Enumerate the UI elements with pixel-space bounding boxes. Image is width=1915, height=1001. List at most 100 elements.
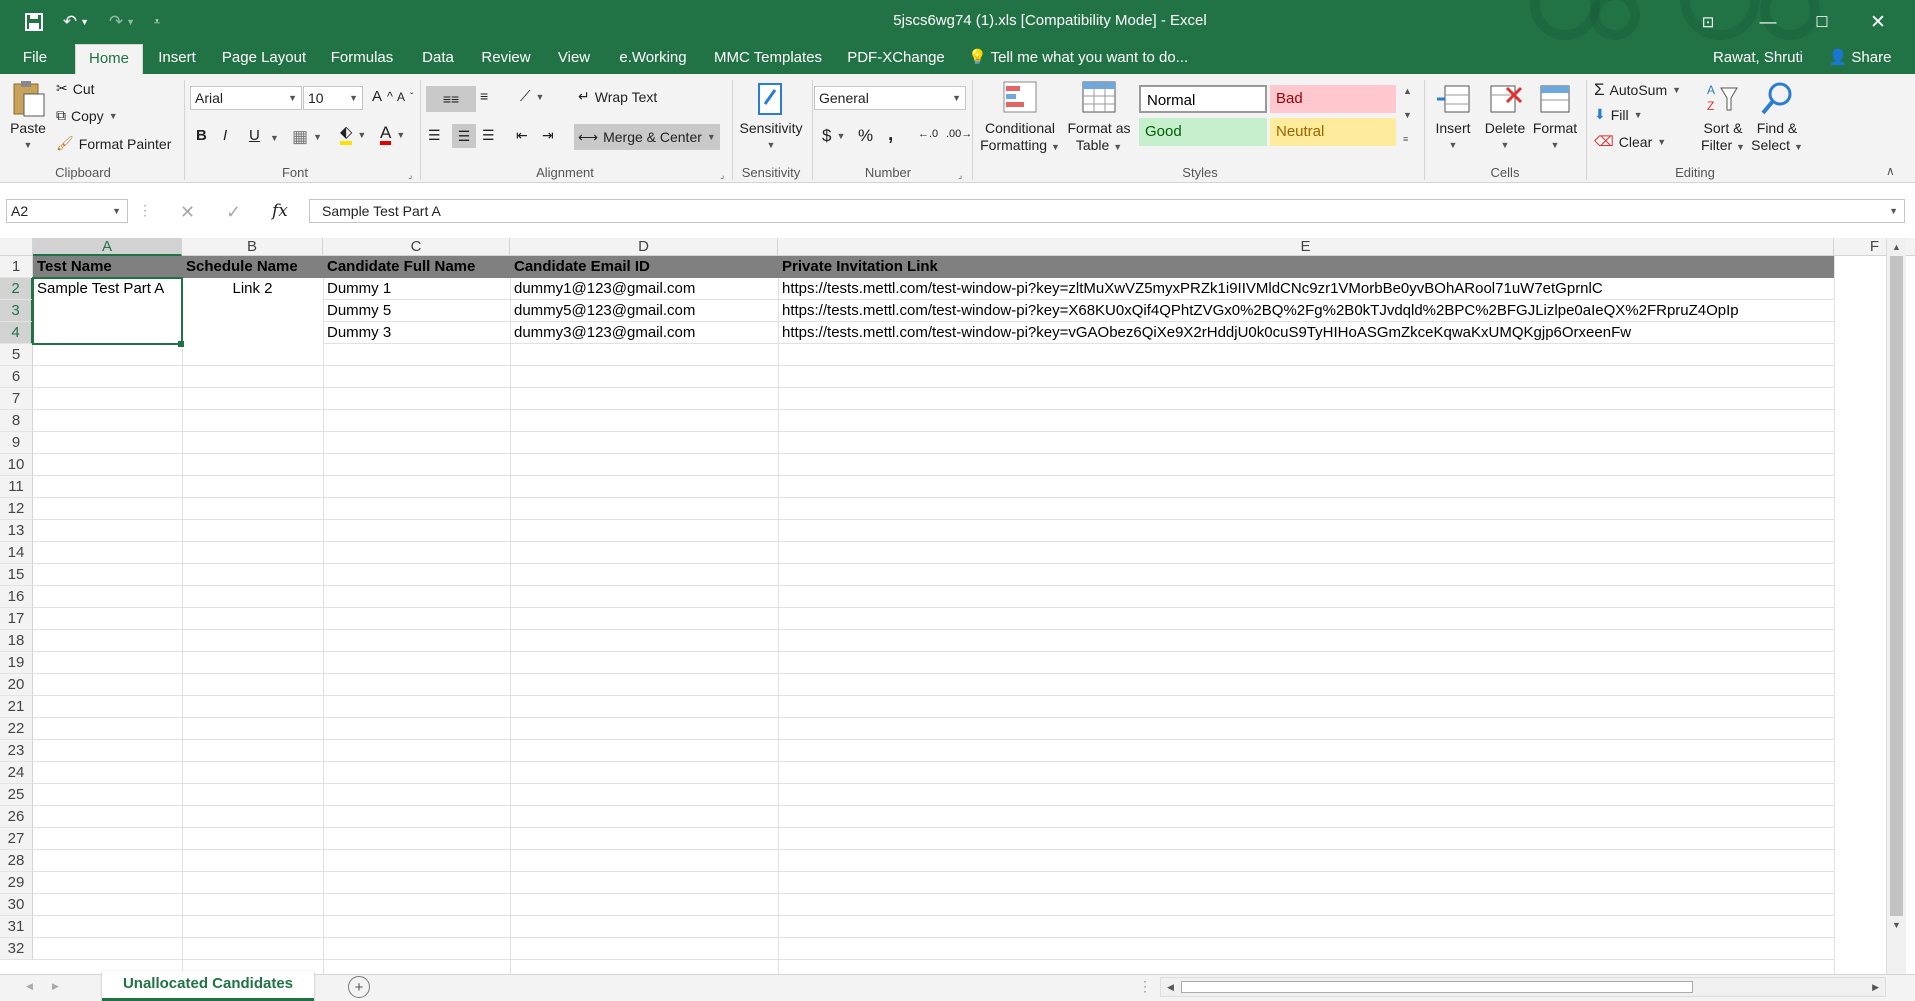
row-header-27[interactable]: 27 <box>0 828 33 850</box>
merge-center-button[interactable]: ⟷ Merge & Center ▼ <box>574 124 720 150</box>
cell-a2-merged[interactable]: Sample Test Part A <box>33 278 182 344</box>
row-header-19[interactable]: 19 <box>0 652 33 674</box>
maximize-icon[interactable]: ☐ <box>1806 6 1838 38</box>
confirm-entry-icon[interactable]: ✓ <box>226 202 241 223</box>
share-button[interactable]: 👤 Share <box>1820 44 1900 74</box>
row-header-15[interactable]: 15 <box>0 564 33 586</box>
header-schedule-name[interactable]: Schedule Name <box>182 256 323 278</box>
insert-cells-button[interactable]: Insert ▼ <box>1428 80 1478 154</box>
horizontal-scrollbar[interactable]: ◀ ▶ <box>1160 977 1886 997</box>
font-color-icon[interactable]: A ▼ <box>380 124 405 145</box>
scroll-down-arrow-icon[interactable]: ▼ <box>1887 920 1906 930</box>
prev-sheet-icon[interactable]: ◀ <box>26 981 33 992</box>
number-dialog-launcher-icon[interactable]: ⌟ <box>958 170 962 181</box>
cell-e4[interactable]: https://tests.mettl.com/test-window-pi?k… <box>778 322 1631 344</box>
row-header-9[interactable]: 9 <box>0 432 33 454</box>
row-header-5[interactable]: 5 <box>0 344 33 366</box>
style-neutral[interactable]: Neutral <box>1270 118 1396 146</box>
underline-dropdown-icon[interactable]: ▼ <box>270 133 279 143</box>
styles-more-icon[interactable]: ≡ <box>1403 134 1408 144</box>
header-invitation-link[interactable]: Private Invitation Link <box>778 256 1834 278</box>
row-header-18[interactable]: 18 <box>0 630 33 652</box>
customize-qat-icon[interactable]: ⩡ <box>148 6 166 38</box>
scroll-left-arrow-icon[interactable]: ◀ <box>1167 982 1174 993</box>
cell-b2-merged[interactable]: Link 2 <box>182 278 323 344</box>
font-size-select[interactable]: 10 ▼ <box>303 86 363 110</box>
cut-button[interactable]: ✂ Cut <box>56 80 95 97</box>
borders-icon[interactable]: ▦ ▼ <box>292 127 322 147</box>
tab-formulas[interactable]: Formulas <box>326 44 398 74</box>
tab-pdf-xchange[interactable]: PDF-XChange <box>843 44 949 74</box>
sheet-tab-unallocated-candidates[interactable]: Unallocated Candidates <box>102 971 314 1001</box>
vertical-scrollbar[interactable]: ▲ ▼ <box>1886 238 1906 974</box>
decrease-decimal-icon[interactable]: .00→ <box>946 128 972 140</box>
row-header-24[interactable]: 24 <box>0 762 33 784</box>
collapse-ribbon-icon[interactable]: ∧ <box>1886 164 1895 178</box>
row-header-4[interactable]: 4 <box>0 322 33 344</box>
tab-review[interactable]: Review <box>477 44 535 74</box>
format-cells-button[interactable]: Format ▼ <box>1530 80 1580 154</box>
wrap-text-button[interactable]: ↵ Wrap Text <box>578 88 657 105</box>
font-name-select[interactable]: Arial ▼ <box>190 86 302 110</box>
increase-decimal-icon[interactable]: ←.0 <box>918 128 938 140</box>
row-header-29[interactable]: 29 <box>0 872 33 894</box>
scroll-up-arrow-icon[interactable]: ▲ <box>1887 242 1906 252</box>
increase-indent-icon[interactable]: ⇥ <box>542 127 554 144</box>
align-bottom-icon[interactable]: ≡ <box>480 88 488 104</box>
row-header-11[interactable]: 11 <box>0 476 33 498</box>
row-header-31[interactable]: 31 <box>0 916 33 938</box>
row-header-28[interactable]: 28 <box>0 850 33 872</box>
fill-color-icon[interactable]: ⬖ ▼ <box>340 125 366 145</box>
cell-e2[interactable]: https://tests.mettl.com/test-window-pi?k… <box>778 278 1603 300</box>
ribbon-display-icon[interactable]: ⊡ <box>1692 6 1724 38</box>
save-icon[interactable] <box>20 6 48 38</box>
cell-d2[interactable]: dummy1@123@gmail.com <box>510 278 695 300</box>
select-all-corner[interactable] <box>0 238 33 256</box>
column-header-c[interactable]: C <box>323 238 510 256</box>
row-header-26[interactable]: 26 <box>0 806 33 828</box>
sensitivity-button[interactable]: Sensitivity ▼ <box>736 80 806 154</box>
style-good[interactable]: Good <box>1139 118 1267 146</box>
copy-button[interactable]: ⧉ Copy ▼ <box>56 107 118 124</box>
row-header-21[interactable]: 21 <box>0 696 33 718</box>
tab-split-handle[interactable]: ⋮ <box>1138 978 1152 995</box>
close-icon[interactable]: ✕ <box>1862 6 1894 38</box>
redo-icon[interactable]: ↷ ▼ <box>104 6 140 38</box>
style-normal[interactable]: Normal <box>1139 85 1267 113</box>
next-sheet-icon[interactable]: ▶ <box>52 981 59 992</box>
row-header-25[interactable]: 25 <box>0 784 33 806</box>
comma-style-button[interactable]: , <box>888 124 893 146</box>
row-header-2[interactable]: 2 <box>0 278 33 300</box>
minimize-icon[interactable]: — <box>1752 6 1784 38</box>
row-header-22[interactable]: 22 <box>0 718 33 740</box>
horizontal-scroll-thumb[interactable] <box>1181 981 1693 993</box>
tab-mmc-templates[interactable]: MMC Templates <box>709 44 827 74</box>
row-header-12[interactable]: 12 <box>0 498 33 520</box>
fill-button[interactable]: ⬇ Fill ▼ <box>1594 106 1643 123</box>
align-center-icon[interactable]: ☰ <box>452 124 476 148</box>
column-header-e[interactable]: E <box>778 238 1834 256</box>
column-header-d[interactable]: D <box>510 238 778 256</box>
row-header-23[interactable]: 23 <box>0 740 33 762</box>
align-left-icon[interactable]: ☰ <box>428 127 441 144</box>
tab-eworking[interactable]: e.Working <box>613 44 693 74</box>
tab-home[interactable]: Home <box>75 44 143 74</box>
tab-view[interactable]: View <box>552 44 596 74</box>
percent-button[interactable]: % <box>858 126 873 146</box>
cancel-entry-icon[interactable]: ✕ <box>180 202 195 223</box>
find-select-button[interactable]: Find & Select ▼ <box>1750 80 1804 156</box>
row-header-17[interactable]: 17 <box>0 608 33 630</box>
italic-button[interactable]: I <box>223 127 227 144</box>
row-header-30[interactable]: 30 <box>0 894 33 916</box>
row-header-10[interactable]: 10 <box>0 454 33 476</box>
tab-file[interactable]: File <box>12 44 58 74</box>
row-header-3[interactable]: 3 <box>0 300 33 322</box>
orientation-icon[interactable]: ⟋ ▼ <box>520 88 544 105</box>
number-format-select[interactable]: General ▼ <box>814 86 966 110</box>
column-header-b[interactable]: B <box>182 238 323 256</box>
shrink-font-icon[interactable]: Aˇ <box>397 90 413 104</box>
row-header-20[interactable]: 20 <box>0 674 33 696</box>
align-right-icon[interactable]: ☰ <box>482 127 495 144</box>
currency-button[interactable]: $ ▼ <box>822 126 845 146</box>
autosum-button[interactable]: Σ AutoSum ▼ <box>1594 80 1681 100</box>
